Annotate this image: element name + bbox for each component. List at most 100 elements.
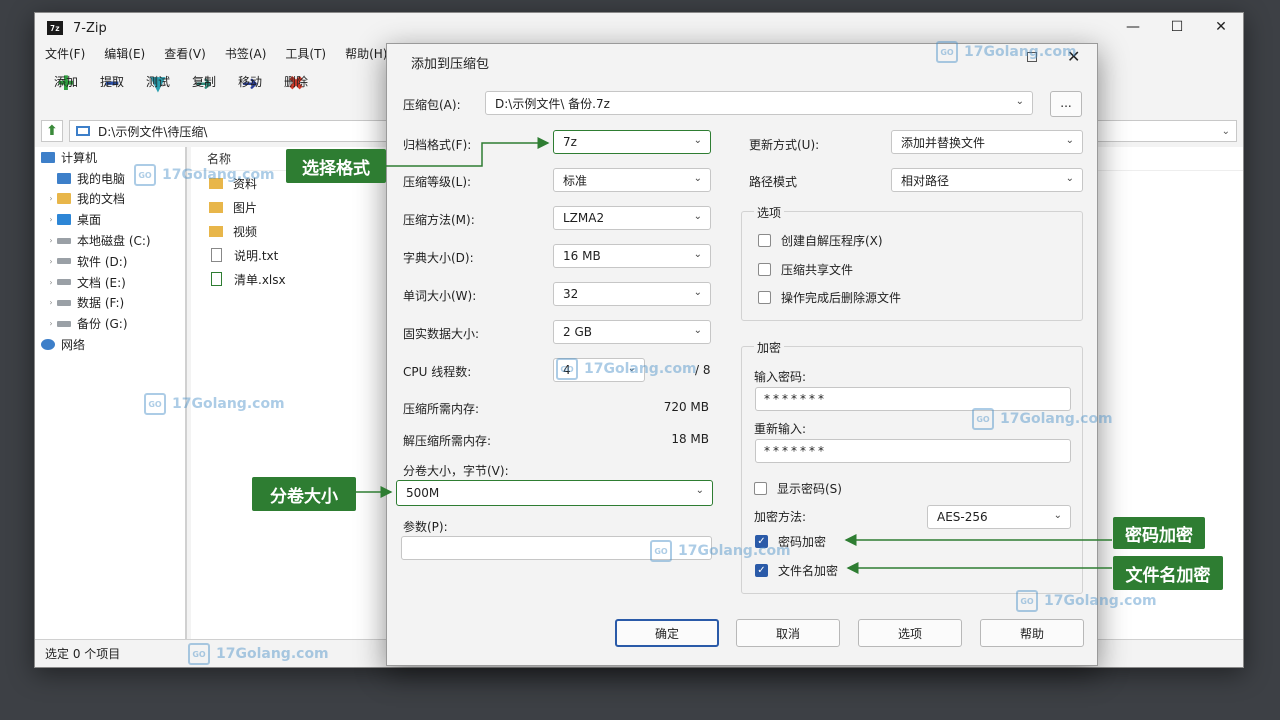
- checkbox-box[interactable]: [754, 482, 767, 495]
- split-label: 分卷大小，字节(V):: [403, 464, 509, 478]
- params-label: 参数(P):: [403, 520, 448, 534]
- encrypt-names-label: 文件名加密: [778, 564, 839, 578]
- params-input[interactable]: [401, 536, 712, 560]
- solid-combo[interactable]: 2 GB ⌄: [553, 320, 711, 344]
- tree-item-drive-f[interactable]: › 数据 (F:): [35, 293, 185, 314]
- chevron-right-icon[interactable]: ›: [45, 194, 57, 203]
- sfx-checkbox[interactable]: 创建自解压程序(X): [758, 232, 883, 249]
- menu-bookmarks[interactable]: 书签(A): [225, 45, 277, 62]
- menu-edit[interactable]: 编辑(E): [104, 45, 155, 62]
- cpu-total: / 8: [695, 363, 711, 377]
- window-controls: — ☐ ✕: [1111, 13, 1243, 41]
- chevron-down-icon: ⌄: [627, 363, 636, 374]
- checkmark-icon[interactable]: ✓: [755, 564, 768, 577]
- chevron-down-icon: ⌄: [693, 287, 702, 298]
- tree-item-my-pc[interactable]: 我的电脑: [35, 168, 185, 189]
- split-combo[interactable]: 500M ⌄: [396, 480, 713, 506]
- ok-button[interactable]: 确定: [615, 619, 719, 647]
- dialog-title: 添加到压缩包: [411, 57, 490, 72]
- encrypt-password-label: 密码加密: [778, 535, 827, 549]
- shared-label: 压缩共享文件: [781, 263, 854, 277]
- chevron-right-icon[interactable]: ›: [45, 257, 57, 266]
- checkmark-icon[interactable]: ✓: [755, 535, 768, 548]
- tree-item-desktop[interactable]: › 桌面: [35, 209, 185, 230]
- tree-item-label: 文档 (E:): [77, 275, 126, 290]
- maximize-icon[interactable]: ☐: [1155, 13, 1199, 41]
- word-combo[interactable]: 32 ⌄: [553, 282, 711, 306]
- repeat-password-input[interactable]: *******: [755, 439, 1071, 463]
- help-button[interactable]: 帮助: [980, 619, 1084, 647]
- cancel-button[interactable]: 取消: [736, 619, 840, 647]
- method-combo[interactable]: LZMA2 ⌄: [553, 206, 711, 230]
- chevron-right-icon[interactable]: ›: [45, 298, 57, 307]
- folder-icon: [209, 225, 223, 237]
- tree-item-label: 备份 (G:): [77, 317, 128, 332]
- tree-item-drive-e[interactable]: › 文档 (E:): [35, 272, 185, 293]
- address-path: D:\示例文件\待压缩\: [98, 124, 208, 139]
- archive-path-value: D:\示例文件\ 备份.7z: [495, 96, 610, 111]
- chevron-right-icon[interactable]: ›: [45, 236, 57, 245]
- tree-item-label: 本地磁盘 (C:): [77, 234, 151, 249]
- close-icon[interactable]: ✕: [1199, 13, 1243, 41]
- word-value: 32: [563, 287, 579, 301]
- dict-combo[interactable]: 16 MB ⌄: [553, 244, 711, 268]
- minimize-icon[interactable]: —: [1111, 13, 1155, 41]
- menu-tools[interactable]: 工具(T): [285, 45, 336, 62]
- chevron-right-icon[interactable]: ›: [45, 319, 57, 328]
- chevron-down-icon[interactable]: ⌄: [1222, 126, 1230, 137]
- tree-item-computer[interactable]: 计算机: [35, 147, 185, 168]
- window-title: 7-Zip: [73, 20, 107, 36]
- dict-value: 16 MB: [563, 249, 601, 263]
- chevron-down-icon: ⌄: [693, 173, 702, 184]
- spreadsheet-file-icon: [211, 272, 222, 286]
- browse-button[interactable]: ...: [1050, 91, 1082, 117]
- shared-checkbox[interactable]: 压缩共享文件: [758, 261, 853, 278]
- menu-file[interactable]: 文件(F): [45, 45, 95, 62]
- cpu-value: 4: [563, 363, 571, 377]
- password-input[interactable]: *******: [755, 387, 1071, 411]
- tree-item-network[interactable]: 网络: [35, 334, 185, 355]
- computer-icon: [76, 126, 90, 136]
- format-combo[interactable]: 7z ⌄: [553, 130, 711, 154]
- level-combo[interactable]: 标准 ⌄: [553, 168, 711, 192]
- checkbox-box[interactable]: [758, 234, 771, 247]
- cpu-label: CPU 线程数:: [403, 365, 472, 379]
- encrypt-password-checkbox[interactable]: ✓ 密码加密: [755, 533, 826, 550]
- up-arrow-icon[interactable]: ⬆: [41, 120, 63, 142]
- maximize-icon[interactable]: [1027, 52, 1037, 62]
- update-combo[interactable]: 添加并替换文件 ⌄: [891, 130, 1083, 154]
- menu-view[interactable]: 查看(V): [164, 45, 216, 62]
- computer-icon: [57, 172, 71, 184]
- copy-label: 复制: [191, 75, 216, 89]
- network-icon: [41, 339, 55, 351]
- options-button[interactable]: 选项: [858, 619, 962, 647]
- show-password-checkbox[interactable]: 显示密码(S): [754, 480, 842, 497]
- tree-item-my-docs[interactable]: › 我的文档: [35, 189, 185, 210]
- tree-item-drive-c[interactable]: › 本地磁盘 (C:): [35, 230, 185, 251]
- mem-compress-label: 压缩所需内存:: [403, 402, 480, 416]
- cpu-combo[interactable]: 4 ⌄: [553, 358, 645, 382]
- chevron-right-icon[interactable]: ›: [45, 215, 57, 224]
- enc-method-combo[interactable]: AES-256 ⌄: [927, 505, 1071, 529]
- path-mode-combo[interactable]: 相对路径 ⌄: [891, 168, 1083, 192]
- tree-item-label: 计算机: [61, 150, 98, 165]
- chevron-down-icon: ⌄: [693, 325, 702, 336]
- tree-item-drive-d[interactable]: › 软件 (D:): [35, 251, 185, 272]
- archive-label: 压缩包(A):: [403, 98, 461, 112]
- encrypt-names-checkbox[interactable]: ✓ 文件名加密: [755, 562, 838, 579]
- checkbox-box[interactable]: [758, 263, 771, 276]
- close-icon[interactable]: ✕: [1067, 47, 1080, 66]
- app-logo-icon: 7z: [47, 21, 63, 35]
- mem-decompress-label: 解压缩所需内存:: [403, 434, 492, 448]
- delete-source-checkbox[interactable]: 操作完成后删除源文件: [758, 289, 901, 306]
- method-label: 压缩方法(M):: [403, 213, 475, 227]
- file-name: 说明.txt: [234, 248, 279, 263]
- checkbox-box[interactable]: [758, 291, 771, 304]
- drive-icon: [57, 258, 71, 265]
- level-value: 标准: [563, 173, 588, 188]
- archive-path-combo[interactable]: D:\示例文件\ 备份.7z ⌄: [485, 91, 1033, 115]
- path-mode-label: 路径模式: [749, 175, 798, 189]
- password-label: 输入密码:: [754, 370, 807, 384]
- chevron-right-icon[interactable]: ›: [45, 278, 57, 287]
- tree-item-drive-g[interactable]: › 备份 (G:): [35, 313, 185, 334]
